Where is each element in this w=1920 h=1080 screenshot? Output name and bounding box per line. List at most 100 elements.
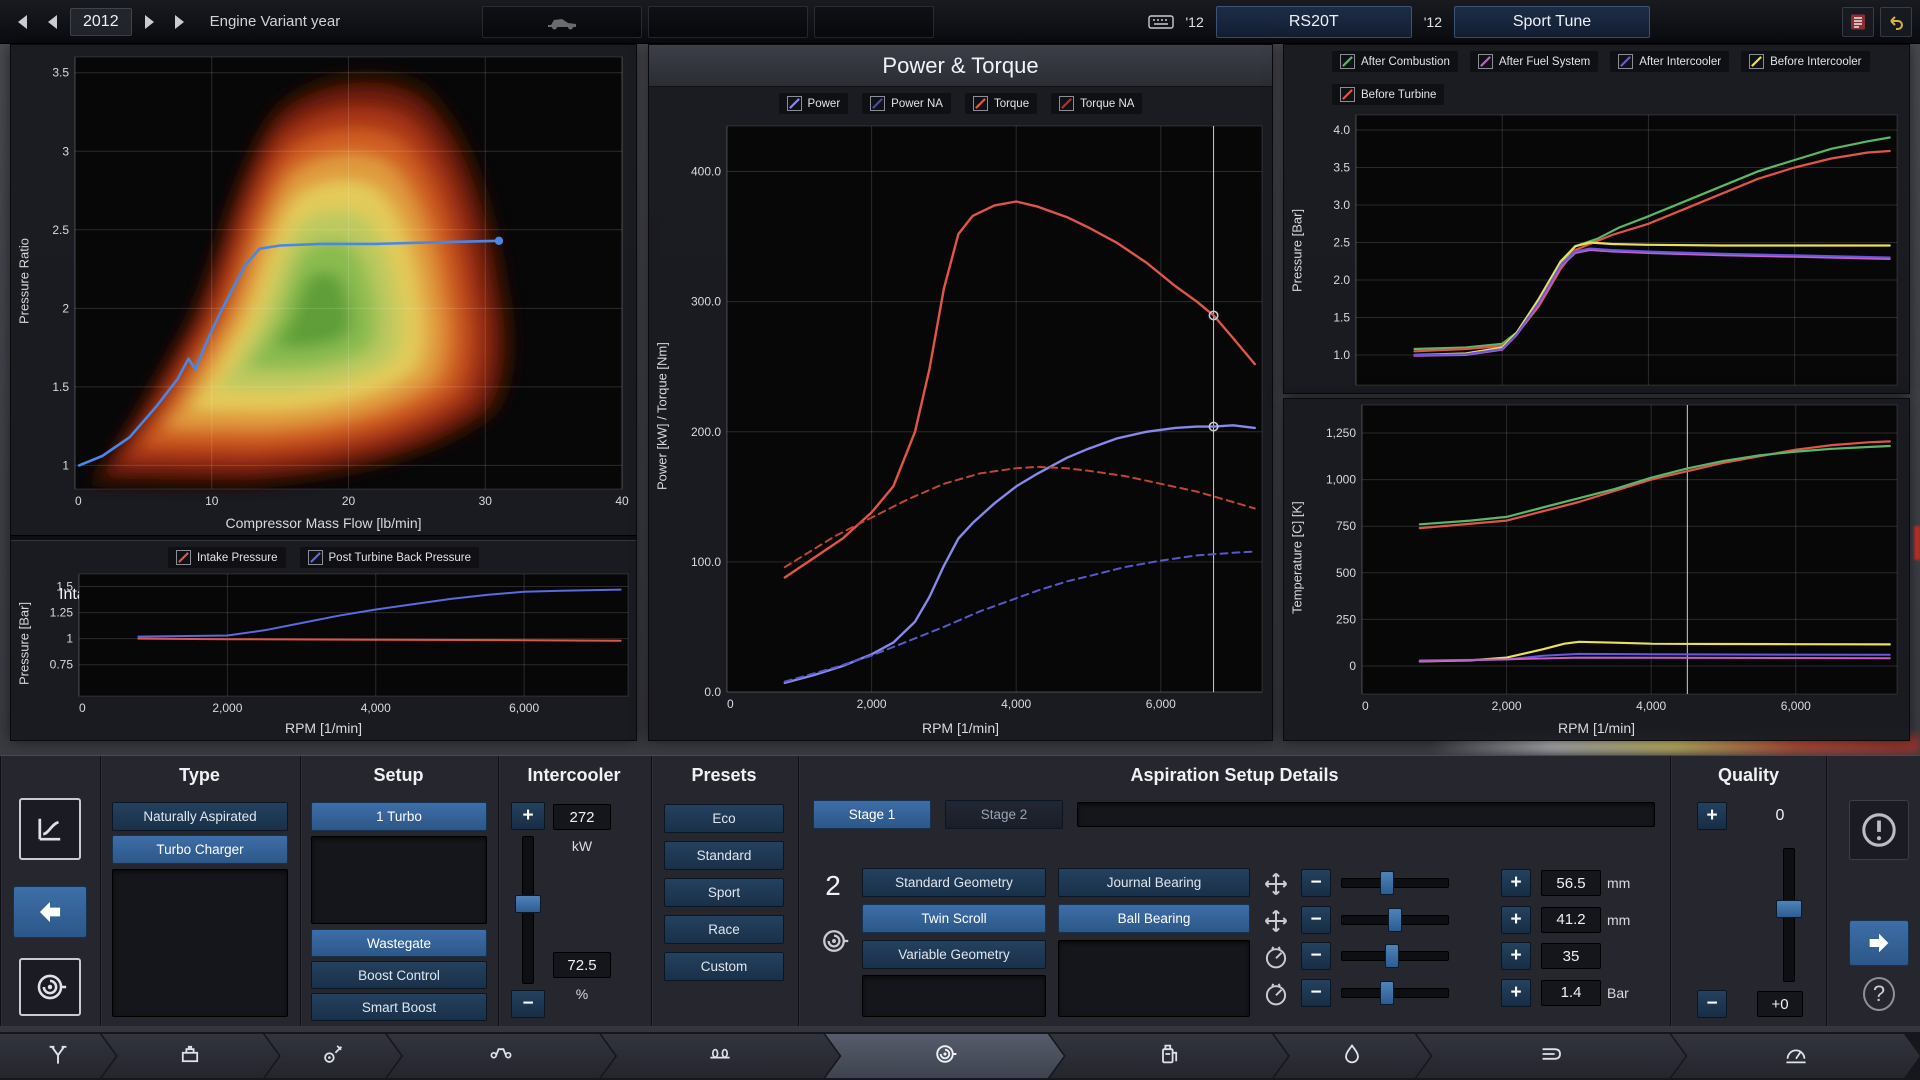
- setup-smart-boost-button[interactable]: Smart Boost: [311, 993, 487, 1021]
- exhaust-tab[interactable]: [1417, 1034, 1686, 1078]
- skip-forward-button[interactable]: [168, 11, 194, 33]
- quality-header: Quality: [1717, 764, 1779, 785]
- lubrication-tab[interactable]: [1274, 1034, 1431, 1078]
- oil-icon: [1340, 1042, 1364, 1071]
- legend-item[interactable]: Power: [778, 93, 849, 114]
- intake-tab[interactable]: [0, 1034, 116, 1078]
- legend-item[interactable]: Before Turbine: [1332, 84, 1445, 105]
- power-torque-xlabel: RPM [1/min]: [921, 720, 999, 736]
- legend-item[interactable]: Intake Pressure: [167, 547, 286, 568]
- notes-button[interactable]: [1842, 6, 1874, 37]
- slider-handle[interactable]: [1388, 907, 1402, 932]
- warnings-button[interactable]: [1849, 800, 1909, 860]
- legend-item[interactable]: Post Turbine Back Pressure: [299, 547, 480, 568]
- intercooler-header: Intercooler: [527, 764, 621, 785]
- setup-wastegate-button[interactable]: Wastegate: [311, 929, 487, 957]
- aspiration-slider[interactable]: [1341, 979, 1449, 1007]
- legend-label: Torque NA: [1080, 97, 1135, 110]
- setup-turbo-count-button[interactable]: 1 Turbo: [311, 802, 487, 831]
- svg-text:6,000: 6,000: [1146, 697, 1176, 711]
- legend-item[interactable]: Torque: [964, 93, 1038, 114]
- aspiration-slider[interactable]: [1341, 869, 1449, 897]
- slider-handle[interactable]: [1380, 980, 1394, 1005]
- top-segment: [648, 5, 809, 38]
- help-button[interactable]: ?: [1857, 972, 1901, 1016]
- preset-sport-button[interactable]: Sport: [664, 878, 784, 907]
- geometry-twin-scroll-button[interactable]: Twin Scroll: [862, 904, 1046, 933]
- quality-slider[interactable]: [1775, 848, 1803, 982]
- bottom-end-tab[interactable]: [387, 1034, 615, 1078]
- keyboard-icon: [1147, 14, 1174, 29]
- previous-button[interactable]: [13, 886, 87, 938]
- slider-handle[interactable]: [1776, 900, 1802, 918]
- intercooler-increase-button[interactable]: +: [511, 802, 545, 830]
- slider-increase-button[interactable]: +: [1501, 978, 1531, 1007]
- step-forward-button[interactable]: [138, 11, 162, 33]
- engine-year-value[interactable]: 2012: [70, 7, 132, 36]
- slider-value: 1.4: [1541, 979, 1601, 1006]
- family-tab[interactable]: RS20T: [1215, 5, 1412, 38]
- legend-swatch: [1749, 54, 1765, 69]
- legend-item[interactable]: After Fuel System: [1469, 51, 1599, 72]
- legend-swatch: [307, 550, 323, 565]
- svg-text:0: 0: [1362, 699, 1369, 713]
- cam-icon: [708, 1042, 732, 1071]
- svg-text:20: 20: [342, 494, 356, 508]
- fuel-system-tab[interactable]: [1050, 1034, 1288, 1078]
- legend-item[interactable]: Power NA: [862, 93, 951, 114]
- preset-eco-button[interactable]: Eco: [664, 804, 784, 833]
- type-turbo-charger-button[interactable]: Turbo Charger: [112, 835, 288, 864]
- legend-item[interactable]: After Combustion: [1332, 51, 1458, 72]
- intercooler-slider[interactable]: [511, 836, 545, 984]
- svg-text:4,000: 4,000: [361, 701, 391, 715]
- bearing-ball-button[interactable]: Ball Bearing: [1058, 904, 1250, 933]
- top-end-tab[interactable]: [601, 1034, 839, 1078]
- next-button[interactable]: [1849, 920, 1909, 966]
- question-icon: ?: [1863, 977, 1895, 1011]
- aspiration-slider[interactable]: [1341, 906, 1449, 934]
- preset-race-button[interactable]: Race: [664, 915, 784, 944]
- slider-handle[interactable]: [515, 895, 541, 913]
- geometry-variable-button[interactable]: Variable Geometry: [862, 940, 1046, 969]
- aspiration-slider[interactable]: [1341, 942, 1449, 970]
- engine-internals-tab[interactable]: [265, 1034, 401, 1078]
- skip-back-button[interactable]: [8, 11, 34, 33]
- slider-decrease-button[interactable]: −: [1301, 905, 1331, 934]
- slider-increase-button[interactable]: +: [1501, 942, 1531, 970]
- setup-name-field[interactable]: [1077, 802, 1655, 827]
- arrow-left-icon: [39, 901, 61, 923]
- slider-increase-button[interactable]: +: [1501, 905, 1531, 934]
- setup-boost-control-button[interactable]: Boost Control: [311, 961, 487, 989]
- stage-2-tab[interactable]: Stage 2: [945, 800, 1063, 829]
- step-back-button[interactable]: [40, 11, 64, 33]
- slider-decrease-button[interactable]: −: [1301, 869, 1331, 897]
- slider-decrease-button[interactable]: −: [1301, 942, 1331, 970]
- aspiration-tab[interactable]: [825, 1034, 1063, 1078]
- type-naturally-aspirated-button[interactable]: Naturally Aspirated: [112, 802, 288, 831]
- quality-delta-value: +0: [1757, 991, 1803, 1017]
- bearing-journal-button[interactable]: Journal Bearing: [1058, 868, 1250, 897]
- engine-family-tab[interactable]: [102, 1034, 279, 1078]
- testing-tab[interactable]: [1671, 1034, 1919, 1078]
- undo-button[interactable]: [1880, 6, 1912, 37]
- intercooler-decrease-button[interactable]: −: [511, 990, 545, 1018]
- preset-custom-button[interactable]: Custom: [664, 952, 784, 981]
- preset-standard-button[interactable]: Standard: [664, 841, 784, 870]
- slider-increase-button[interactable]: +: [1501, 869, 1531, 897]
- legend-item[interactable]: Torque NA: [1051, 93, 1143, 114]
- slider-handle[interactable]: [1385, 944, 1399, 968]
- legend-item[interactable]: After Intercooler: [1610, 51, 1730, 72]
- turbo-view-button[interactable]: [19, 958, 81, 1016]
- graph-view-button[interactable]: [19, 798, 81, 860]
- svg-text:3: 3: [62, 144, 69, 158]
- quality-increase-button[interactable]: +: [1697, 802, 1727, 830]
- stage-1-tab[interactable]: Stage 1: [813, 800, 931, 829]
- slider-handle[interactable]: [1380, 871, 1394, 895]
- slider-decrease-button[interactable]: −: [1301, 978, 1331, 1007]
- svg-text:3.5: 3.5: [1333, 161, 1350, 175]
- intercooler-capacity-value: 272: [553, 804, 611, 830]
- geometry-standard-button[interactable]: Standard Geometry: [862, 868, 1046, 897]
- quality-decrease-button[interactable]: −: [1697, 990, 1727, 1018]
- variant-tab[interactable]: Sport Tune: [1454, 5, 1650, 38]
- legend-item[interactable]: Before Intercooler: [1741, 51, 1870, 72]
